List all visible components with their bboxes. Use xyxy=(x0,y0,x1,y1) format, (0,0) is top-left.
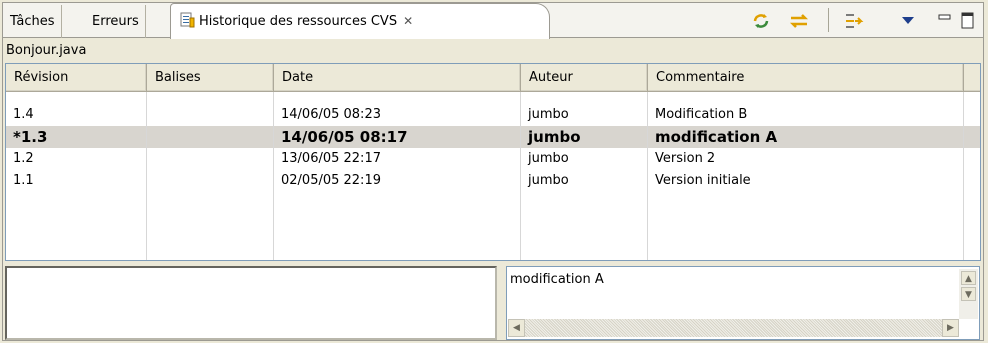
cell-tags xyxy=(147,170,274,192)
table-row[interactable]: 1.2 13/06/05 22:17 jumbo Version 2 xyxy=(6,148,980,170)
tab-label: Erreurs xyxy=(92,14,139,29)
cell-revision: 1.4 xyxy=(6,104,147,126)
tab-label: Historique des ressources CVS xyxy=(199,14,398,29)
cell-revision: 1.1 xyxy=(6,170,147,192)
cell-author: jumbo xyxy=(521,170,648,192)
cell-date: 02/05/05 22:19 xyxy=(274,170,521,192)
table-row-selected[interactable]: *1.3 14/06/05 08:17 jumbo modification A xyxy=(6,126,980,148)
scroll-right-icon[interactable]: ▶ xyxy=(942,319,959,337)
table-row[interactable]: 1.4 14/06/05 08:23 jumbo Modification B xyxy=(6,104,980,126)
cell-author: jumbo xyxy=(521,104,648,126)
column-header-tags[interactable]: Balises xyxy=(147,64,274,92)
comment-text: modification A xyxy=(510,272,604,287)
refresh-icon[interactable] xyxy=(750,10,772,32)
view-menu-chevron-icon[interactable] xyxy=(900,14,922,36)
cell-comment: Modification B xyxy=(648,104,964,126)
horizontal-scrollbar[interactable]: ◀ ▶ xyxy=(508,319,959,337)
cell-tags xyxy=(147,126,274,148)
link-with-editor-icon[interactable] xyxy=(788,10,810,32)
column-header-date[interactable]: Date xyxy=(274,64,521,92)
column-header-comment[interactable]: Commentaire xyxy=(648,64,964,92)
tags-pane[interactable] xyxy=(5,266,497,340)
column-header-author[interactable]: Auteur xyxy=(521,64,648,92)
column-header-filler xyxy=(964,64,980,92)
cell-author: jumbo xyxy=(521,126,648,148)
cell-author: jumbo xyxy=(521,148,648,170)
cell-date: 13/06/05 22:17 xyxy=(274,148,521,170)
cell-comment: modification A xyxy=(648,126,964,148)
column-header-revision[interactable]: Révision xyxy=(6,64,147,92)
scroll-left-icon[interactable]: ◀ xyxy=(508,319,525,337)
tab-historique-cvs[interactable]: Historique des ressources CVS ✕ xyxy=(170,3,550,39)
cell-tags xyxy=(147,104,274,126)
cell-tags xyxy=(147,148,274,170)
maximize-icon[interactable] xyxy=(960,10,982,32)
cell-revision: 1.2 xyxy=(6,148,147,170)
cvs-history-icon xyxy=(179,8,195,28)
toolbar-separator xyxy=(828,8,829,32)
cell-comment: Version 2 xyxy=(648,148,964,170)
resource-name: Bonjour.java xyxy=(6,43,87,58)
cell-date: 14/06/05 08:17 xyxy=(274,126,521,148)
close-icon[interactable]: ✕ xyxy=(403,4,413,38)
cell-date: 14/06/05 08:23 xyxy=(274,104,521,126)
cell-revision: *1.3 xyxy=(6,126,147,148)
cell-comment: Version initiale xyxy=(648,170,964,192)
tab-label: Tâches xyxy=(10,14,55,29)
tab-taches[interactable]: Tâches xyxy=(4,5,62,38)
vertical-scrollbar[interactable]: ▲ ▼ xyxy=(959,269,978,319)
minimize-icon[interactable] xyxy=(937,10,959,32)
scroll-down-icon[interactable]: ▼ xyxy=(961,287,976,301)
tab-erreurs[interactable]: Erreurs xyxy=(86,5,146,38)
comment-pane[interactable]: modification A ▲ ▼ ◀ ▶ xyxy=(506,266,980,340)
scroll-up-icon[interactable]: ▲ xyxy=(961,271,976,285)
history-table: Révision Balises Date Auteur Commentaire… xyxy=(5,63,981,261)
group-by-date-icon[interactable] xyxy=(843,10,865,32)
table-row[interactable]: 1.1 02/05/05 22:19 jumbo Version initial… xyxy=(6,170,980,192)
